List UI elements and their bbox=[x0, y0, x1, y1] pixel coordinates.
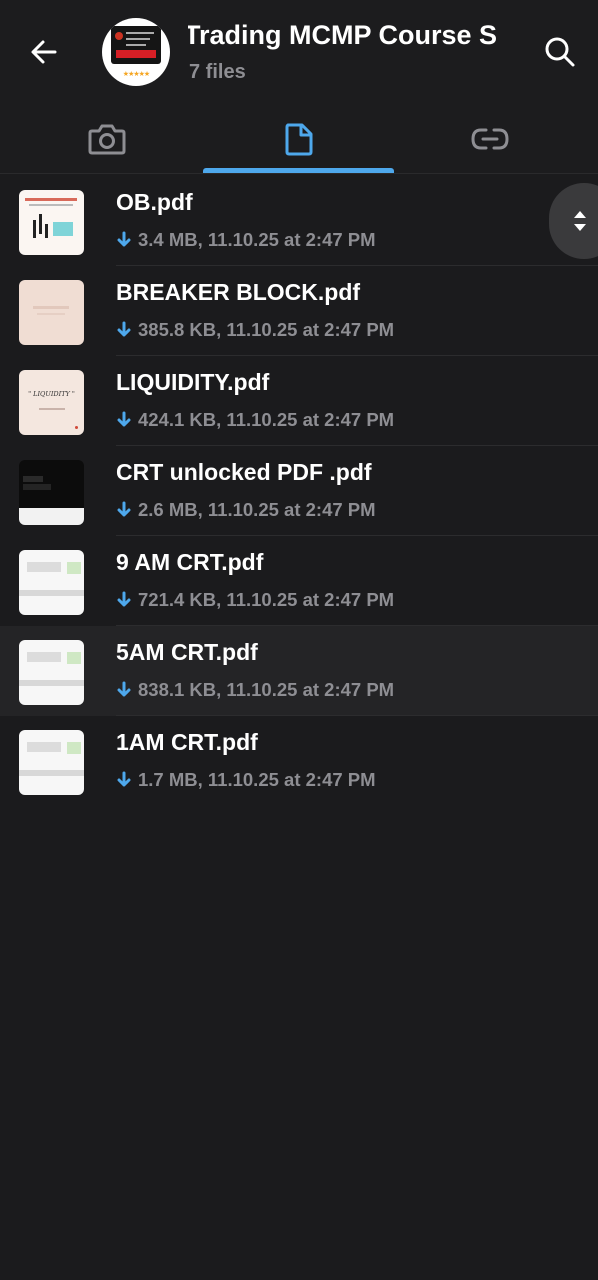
pdf-thumbnail bbox=[19, 280, 84, 345]
file-meta: 1.7 MB, 11.10.25 at 2:47 PM bbox=[116, 769, 376, 791]
tab-links[interactable] bbox=[395, 104, 585, 174]
file-meta-text: 2.6 MB, 11.10.25 at 2:47 PM bbox=[138, 499, 376, 520]
thumb-subtitle-bar bbox=[29, 204, 73, 206]
avatar-line bbox=[126, 44, 146, 46]
thumb-title-text: " LIQUIDITY " bbox=[28, 390, 75, 398]
media-tabs bbox=[0, 104, 598, 174]
list-item[interactable]: 1AM CRT.pdf 1.7 MB, 11.10.25 at 2:47 PM bbox=[0, 716, 598, 806]
file-meta-text: 838.1 KB, 11.10.25 at 2:47 PM bbox=[138, 679, 395, 700]
thumb-candle bbox=[33, 220, 36, 238]
list-item[interactable]: CRT unlocked PDF .pdf 2.6 MB, 11.10.25 a… bbox=[0, 446, 598, 536]
thumb-block bbox=[23, 476, 43, 482]
file-meta-text: 385.8 KB, 11.10.25 at 2:47 PM bbox=[138, 319, 395, 340]
thumb-block bbox=[27, 562, 61, 572]
download-icon[interactable] bbox=[116, 411, 132, 429]
thumb-block bbox=[67, 562, 81, 574]
thumb-title-bar bbox=[25, 198, 77, 201]
file-name: BREAKER BLOCK.pdf bbox=[116, 279, 361, 305]
chat-title-wrap[interactable]: Trading MCMP Course S bbox=[188, 20, 518, 60]
arrow-left-icon bbox=[31, 40, 57, 64]
thumb-band bbox=[19, 590, 84, 596]
file-name: OB.pdf bbox=[116, 189, 193, 215]
avatar-line bbox=[126, 32, 154, 34]
file-meta: 2.6 MB, 11.10.25 at 2:47 PM bbox=[116, 499, 376, 521]
file-icon bbox=[285, 123, 313, 156]
download-icon[interactable] bbox=[116, 681, 132, 699]
top-bar: ★★★★★ Trading MCMP Course S 7 files bbox=[0, 0, 598, 104]
thumb-title-bar bbox=[33, 306, 69, 309]
download-icon[interactable] bbox=[116, 771, 132, 789]
camera-icon bbox=[88, 124, 126, 155]
link-icon bbox=[471, 128, 509, 150]
avatar-red-banner bbox=[116, 50, 156, 58]
thumb-band bbox=[19, 770, 84, 776]
thumb-band bbox=[19, 680, 84, 686]
file-count: 7 files bbox=[189, 61, 246, 83]
thumb-subtitle-bar bbox=[37, 313, 65, 315]
channel-avatar[interactable]: ★★★★★ bbox=[102, 18, 170, 86]
thumb-block bbox=[67, 742, 81, 754]
file-meta-text: 1.7 MB, 11.10.25 at 2:47 PM bbox=[138, 769, 376, 790]
list-item[interactable]: 9 AM CRT.pdf 721.4 KB, 11.10.25 at 2:47 … bbox=[0, 536, 598, 626]
thumb-mark bbox=[75, 426, 78, 429]
thumb-candle bbox=[45, 224, 48, 238]
thumb-candle bbox=[39, 214, 42, 234]
pdf-thumbnail: " LIQUIDITY " bbox=[19, 370, 84, 435]
list-item[interactable]: " LIQUIDITY " LIQUIDITY.pdf 424.1 KB, 11… bbox=[0, 356, 598, 446]
thumb-subtitle-bar bbox=[39, 408, 65, 410]
thumb-block bbox=[67, 652, 81, 664]
avatar-stars: ★★★★★ bbox=[122, 71, 150, 78]
thumb-block bbox=[27, 652, 61, 662]
file-meta: 3.4 MB, 11.10.25 at 2:47 PM bbox=[116, 229, 376, 251]
pdf-thumbnail bbox=[19, 190, 84, 255]
download-icon[interactable] bbox=[116, 591, 132, 609]
pdf-thumbnail bbox=[19, 550, 84, 615]
thumb-block bbox=[27, 742, 61, 752]
chat-title: Trading MCMP Course S bbox=[188, 20, 498, 50]
thumb-highlight-box bbox=[53, 222, 73, 236]
file-name: 9 AM CRT.pdf bbox=[116, 549, 264, 575]
file-meta: 721.4 KB, 11.10.25 at 2:47 PM bbox=[116, 589, 394, 611]
file-name: LIQUIDITY.pdf bbox=[116, 369, 270, 395]
download-icon[interactable] bbox=[116, 321, 132, 339]
pdf-thumbnail bbox=[19, 730, 84, 795]
thumb-white-band bbox=[19, 508, 84, 525]
thumb-block bbox=[23, 484, 51, 490]
download-icon[interactable] bbox=[116, 231, 132, 249]
pdf-thumbnail bbox=[19, 460, 84, 525]
avatar-dot bbox=[115, 32, 123, 40]
file-name: 1AM CRT.pdf bbox=[116, 729, 258, 755]
file-name: CRT unlocked PDF .pdf bbox=[116, 459, 372, 485]
pdf-thumbnail bbox=[19, 640, 84, 705]
search-button[interactable] bbox=[538, 30, 582, 74]
list-item[interactable]: BREAKER BLOCK.pdf 385.8 KB, 11.10.25 at … bbox=[0, 266, 598, 356]
file-meta-text: 3.4 MB, 11.10.25 at 2:47 PM bbox=[138, 229, 376, 250]
download-icon[interactable] bbox=[116, 501, 132, 519]
list-item[interactable]: 5AM CRT.pdf 838.1 KB, 11.10.25 at 2:47 P… bbox=[0, 626, 598, 716]
file-meta: 385.8 KB, 11.10.25 at 2:47 PM bbox=[116, 319, 394, 341]
sort-arrows-icon bbox=[574, 211, 586, 231]
tab-media[interactable] bbox=[12, 104, 202, 174]
active-tab-indicator bbox=[203, 168, 394, 173]
file-meta: 838.1 KB, 11.10.25 at 2:47 PM bbox=[116, 679, 394, 701]
file-list: OB.pdf 3.4 MB, 11.10.25 at 2:47 PM BREAK… bbox=[0, 176, 598, 806]
list-item[interactable]: OB.pdf 3.4 MB, 11.10.25 at 2:47 PM bbox=[0, 176, 598, 266]
file-meta-text: 721.4 KB, 11.10.25 at 2:47 PM bbox=[138, 589, 395, 610]
file-name: 5AM CRT.pdf bbox=[116, 639, 258, 665]
tab-files[interactable] bbox=[204, 104, 394, 174]
back-button[interactable] bbox=[22, 30, 66, 74]
avatar-line bbox=[126, 38, 150, 40]
file-meta: 424.1 KB, 11.10.25 at 2:47 PM bbox=[116, 409, 394, 431]
file-meta-text: 424.1 KB, 11.10.25 at 2:47 PM bbox=[138, 409, 395, 430]
search-icon bbox=[545, 37, 575, 67]
